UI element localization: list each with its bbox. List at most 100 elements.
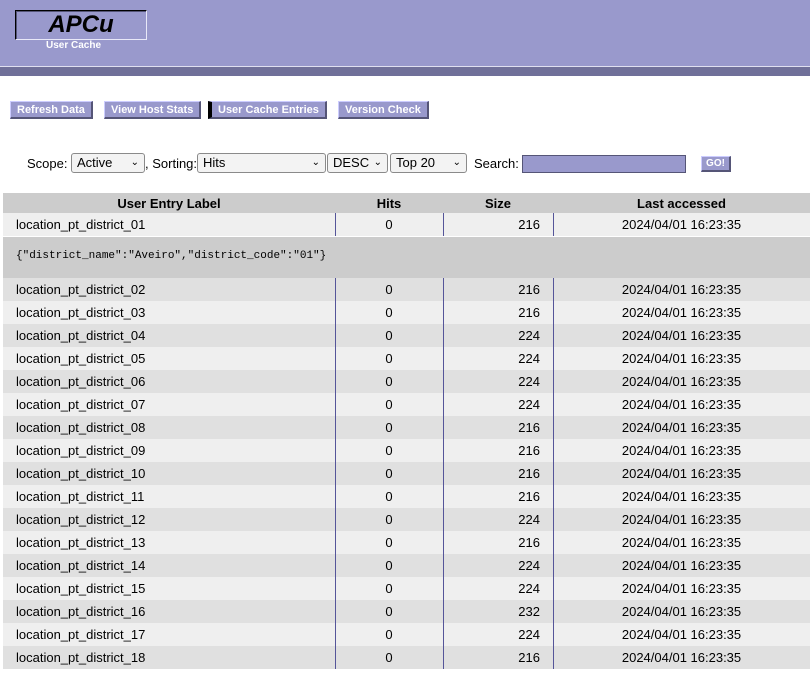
sort-value: Hits: [203, 155, 226, 170]
menu-refresh-data[interactable]: Refresh Data: [10, 101, 93, 119]
column-header-size[interactable]: Size: [443, 193, 553, 215]
last-accessed-cell: 2024/04/01 16:23:35: [621, 604, 742, 619]
entry-label-link[interactable]: location_pt_district_05: [16, 347, 145, 370]
entry-label-link[interactable]: location_pt_district_07: [16, 393, 145, 416]
entry-detail-row: {"district_name":"Aveiro","district_code…: [3, 237, 810, 278]
entry-label-link[interactable]: location_pt_district_01: [16, 213, 145, 236]
user-cache-entries-button[interactable]: User Cache Entries: [208, 101, 327, 119]
entry-label-link[interactable]: location_pt_district_15: [16, 577, 145, 600]
chevron-down-icon: ⌄: [373, 157, 382, 168]
size-cell: 224: [518, 627, 540, 642]
chevron-down-icon: ⌄: [452, 157, 461, 168]
menu-user-cache-entries[interactable]: User Cache Entries: [208, 101, 327, 119]
last-accessed-cell: 2024/04/01 16:23:35: [621, 443, 742, 458]
view-host-stats-button[interactable]: View Host Stats: [104, 101, 202, 119]
sort-select[interactable]: Hits ⌄: [197, 153, 326, 173]
order-value: DESC: [333, 155, 370, 170]
column-divider: [335, 324, 336, 347]
column-divider: [335, 213, 336, 236]
table-header: User Entry Label Hits Size Last accessed: [3, 193, 810, 213]
entry-label-link[interactable]: location_pt_district_12: [16, 508, 145, 531]
entry-label-link[interactable]: location_pt_district_04: [16, 324, 145, 347]
entry-label-link[interactable]: location_pt_district_14: [16, 554, 145, 577]
last-accessed-cell: 2024/04/01 16:23:35: [621, 466, 742, 481]
column-header-hits[interactable]: Hits: [335, 193, 443, 215]
column-divider: [553, 347, 554, 370]
hits-cell: 0: [385, 305, 393, 320]
column-divider: [443, 623, 444, 646]
column-divider: [553, 301, 554, 324]
column-divider: [443, 324, 444, 347]
column-divider: [553, 623, 554, 646]
logo-subtitle: User Cache: [45, 40, 102, 51]
search-input[interactable]: [522, 155, 686, 173]
hits-cell: 0: [385, 535, 393, 550]
column-divider: [335, 554, 336, 577]
entry-label-link[interactable]: location_pt_district_09: [16, 439, 145, 462]
last-accessed-cell: 2024/04/01 16:23:35: [621, 305, 742, 320]
go-button[interactable]: GO!: [701, 156, 731, 172]
table-row: location_pt_district_14 0 224 2024/04/01 16…: [3, 554, 810, 577]
last-accessed-cell: 2024/04/01 16:23:35: [621, 397, 742, 412]
version-check-button[interactable]: Version Check: [338, 101, 429, 119]
last-accessed-cell: 2024/04/01 16:23:35: [621, 558, 742, 573]
last-accessed-cell: 2024/04/01 16:23:35: [621, 282, 742, 297]
table-row: location_pt_district_17 0 224 2024/04/01 16…: [3, 623, 810, 646]
column-divider: [443, 646, 444, 669]
refresh-data-button[interactable]: Refresh Data: [10, 101, 93, 119]
size-cell: 232: [518, 604, 540, 619]
column-divider: [553, 554, 554, 577]
logo: APCu: [15, 10, 147, 40]
hits-cell: 0: [385, 466, 393, 481]
last-accessed-cell: 2024/04/01 16:23:35: [621, 217, 742, 232]
last-accessed-cell: 2024/04/01 16:23:35: [621, 489, 742, 504]
entry-label-link[interactable]: location_pt_district_13: [16, 531, 145, 554]
table-row: location_pt_district_02 0 216 2024/04/01 16…: [3, 278, 810, 301]
table-row: location_pt_district_13 0 216 2024/04/01 16…: [3, 531, 810, 554]
last-accessed-cell: 2024/04/01 16:23:35: [621, 650, 742, 665]
entry-label-link[interactable]: location_pt_district_18: [16, 646, 145, 669]
entry-label-link[interactable]: location_pt_district_06: [16, 370, 145, 393]
size-cell: 216: [518, 282, 540, 297]
entry-label-link[interactable]: location_pt_district_16: [16, 600, 145, 623]
table-row: location_pt_district_06 0 224 2024/04/01 16…: [3, 370, 810, 393]
column-divider: [553, 508, 554, 531]
entry-label-link[interactable]: location_pt_district_11: [16, 485, 144, 508]
column-header-last-accessed[interactable]: Last accessed: [553, 193, 810, 215]
hits-cell: 0: [385, 627, 393, 642]
column-divider: [443, 485, 444, 508]
column-divider: [553, 324, 554, 347]
column-divider: [443, 531, 444, 554]
hits-cell: 0: [385, 351, 393, 366]
entry-label-link[interactable]: location_pt_district_03: [16, 301, 145, 324]
table-row: location_pt_district_16 0 232 2024/04/01 16…: [3, 600, 810, 623]
column-divider: [335, 508, 336, 531]
hits-cell: 0: [385, 650, 393, 665]
column-divider: [443, 508, 444, 531]
entry-label-link[interactable]: location_pt_district_02: [16, 278, 145, 301]
column-header-label[interactable]: User Entry Label: [3, 193, 335, 215]
column-divider: [335, 577, 336, 600]
scope-select[interactable]: Active ⌄: [71, 153, 145, 173]
size-cell: 216: [518, 420, 540, 435]
column-divider: [553, 213, 554, 236]
table-row: location_pt_district_15 0 224 2024/04/01 16…: [3, 577, 810, 600]
entry-label-link[interactable]: location_pt_district_10: [16, 462, 145, 485]
order-select[interactable]: DESC ⌄: [327, 153, 388, 173]
column-divider: [553, 600, 554, 623]
column-divider: [553, 485, 554, 508]
entry-label-link[interactable]: location_pt_district_17: [16, 623, 145, 646]
column-divider: [553, 393, 554, 416]
menu-version-check[interactable]: Version Check: [338, 101, 429, 119]
entry-label-link[interactable]: location_pt_district_08: [16, 416, 145, 439]
size-cell: 216: [518, 466, 540, 481]
last-accessed-cell: 2024/04/01 16:23:35: [621, 581, 742, 596]
column-divider: [335, 485, 336, 508]
size-cell: 224: [518, 397, 540, 412]
limit-select[interactable]: Top 20 ⌄: [390, 153, 467, 173]
menu-view-host-stats[interactable]: View Host Stats: [104, 101, 202, 119]
last-accessed-cell: 2024/04/01 16:23:35: [621, 512, 742, 527]
column-divider: [443, 370, 444, 393]
size-cell: 224: [518, 558, 540, 573]
column-divider: [443, 278, 444, 301]
